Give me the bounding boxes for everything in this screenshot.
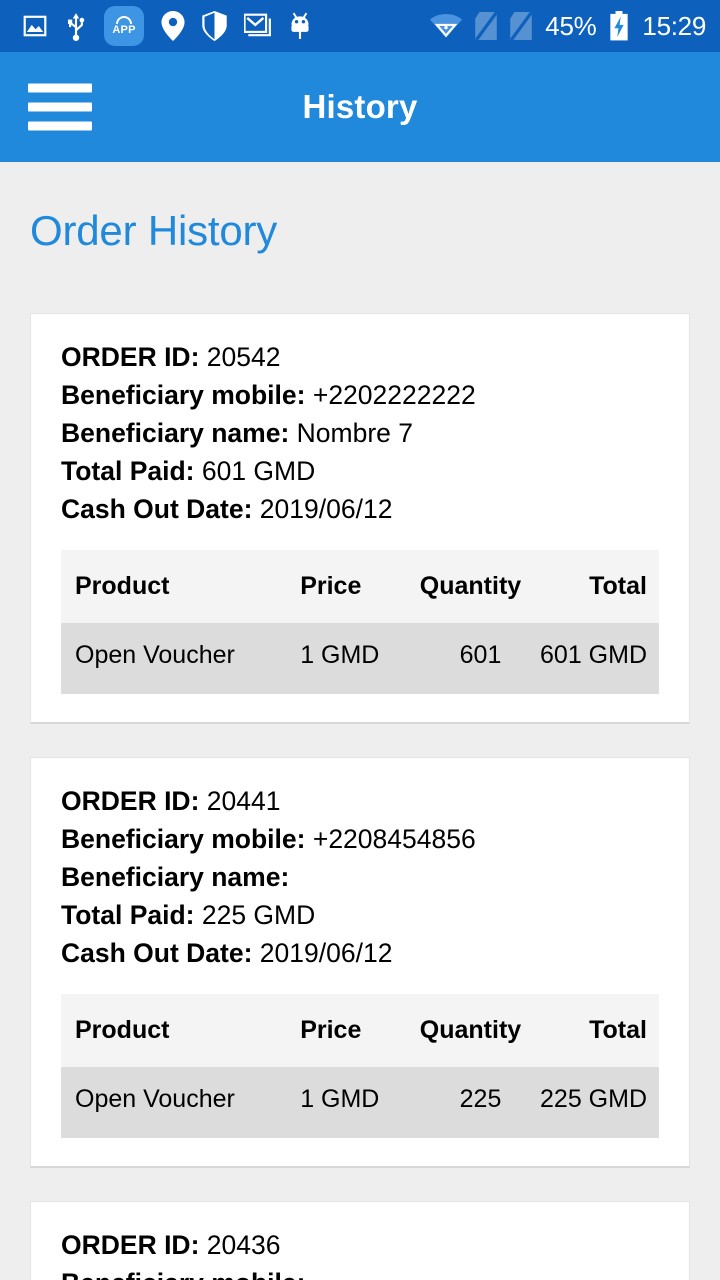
table-header: Product Price Quantity Total: [61, 994, 659, 1067]
beneficiary-mobile-row: Beneficiary mobile:: [61, 1264, 659, 1280]
table-header-row: Product Price Quantity Total: [61, 994, 659, 1067]
status-bar-left-icons: APP: [22, 6, 430, 46]
table-header: Product Price Quantity Total: [61, 550, 659, 623]
order-id-label: ORDER ID:: [61, 342, 200, 372]
table-row: Open Voucher 1 GMD 601 601 GMD: [61, 623, 659, 694]
gmail-icon: [244, 13, 272, 39]
col-header-price: Price: [300, 994, 420, 1067]
beneficiary-name-label: Beneficiary name:: [61, 418, 290, 448]
total-paid-value: 225 GMD: [201, 900, 316, 930]
order-id-value: 20436: [206, 1230, 281, 1260]
status-bar: APP 45% 15:29: [0, 0, 720, 52]
total-paid-label: Total Paid:: [61, 456, 195, 486]
android-robot-icon: [289, 11, 311, 41]
order-card[interactable]: ORDER ID: 20441 Beneficiary mobile: +220…: [30, 757, 690, 1168]
cash-out-date-value: 2019/06/12: [259, 938, 393, 968]
total-paid-label: Total Paid:: [61, 900, 195, 930]
cell-product: Open Voucher: [61, 623, 301, 694]
cell-quantity: 601: [419, 623, 540, 694]
order-id-row: ORDER ID: 20542: [61, 338, 659, 376]
beneficiary-name-row: Beneficiary name: Nombre 7: [61, 414, 659, 452]
hamburger-menu-icon[interactable]: [28, 83, 92, 131]
cell-total: 225 GMD: [539, 1067, 659, 1138]
hamburger-bar-2: [28, 102, 92, 112]
beneficiary-mobile-label: Beneficiary mobile:: [61, 1268, 305, 1280]
cash-out-date-row: Cash Out Date: 2019/06/12: [61, 934, 659, 972]
total-paid-row: Total Paid: 601 GMD: [61, 452, 659, 490]
col-header-total: Total: [539, 994, 659, 1067]
col-header-price: Price: [300, 550, 420, 623]
location-pin-icon: [161, 11, 185, 41]
shield-icon: [202, 11, 227, 41]
hamburger-bar-1: [28, 83, 92, 93]
app-bar-title: History: [302, 88, 418, 125]
app-screen: APP 45% 15:29 History Order History ORDE…: [0, 0, 720, 1280]
beneficiary-mobile-label: Beneficiary mobile:: [61, 824, 306, 854]
sim-card-1-off-icon: [475, 12, 498, 40]
order-id-value: 20441: [206, 786, 281, 816]
battery-charging-icon: [609, 11, 629, 41]
status-bar-right-icons: 45% 15:29: [430, 11, 706, 42]
table-body: Open Voucher 1 GMD 601 601 GMD: [61, 623, 659, 694]
cell-quantity: 225: [419, 1067, 540, 1138]
usb-icon: [65, 11, 87, 41]
wifi-icon: [430, 13, 463, 39]
cash-out-date-label: Cash Out Date:: [61, 938, 253, 968]
app-badge-label: APP: [112, 24, 136, 36]
order-id-row: ORDER ID: 20436: [61, 1226, 659, 1264]
beneficiary-mobile-row: Beneficiary mobile: +2202222222: [61, 376, 659, 414]
beneficiary-mobile-label: Beneficiary mobile:: [61, 380, 306, 410]
total-paid-value: 601 GMD: [201, 456, 316, 486]
clock-label: 15:29: [642, 10, 706, 41]
cash-out-date-row: Cash Out Date: 2019/06/12: [61, 490, 659, 528]
order-id-label: ORDER ID:: [61, 786, 200, 816]
beneficiary-mobile-value: +2202222222: [312, 380, 476, 410]
total-paid-row: Total Paid: 225 GMD: [61, 896, 659, 934]
page-title: Order History: [30, 207, 278, 254]
app-bar: History: [0, 52, 720, 162]
order-card[interactable]: ORDER ID: 20542 Beneficiary mobile: +220…: [30, 313, 690, 724]
cell-price: 1 GMD: [300, 623, 420, 694]
cell-total: 601 GMD: [539, 623, 659, 694]
order-items-table: Product Price Quantity Total Open Vouche…: [61, 994, 659, 1138]
table-header-row: Product Price Quantity Total: [61, 550, 659, 623]
order-items-table: Product Price Quantity Total Open Vouche…: [61, 550, 659, 694]
cash-out-date-value: 2019/06/12: [259, 494, 393, 524]
content-scroll-area[interactable]: Order History ORDER ID: 20542 Beneficiar…: [0, 207, 720, 1280]
app-badge-arc: [116, 16, 132, 24]
cash-out-date-label: Cash Out Date:: [61, 494, 253, 524]
col-header-quantity: Quantity: [419, 994, 540, 1067]
table-row: Open Voucher 1 GMD 225 225 GMD: [61, 1067, 659, 1138]
table-body: Open Voucher 1 GMD 225 225 GMD: [61, 1067, 659, 1138]
cell-product: Open Voucher: [61, 1067, 301, 1138]
battery-percent-label: 45%: [545, 10, 597, 41]
col-header-product: Product: [61, 994, 301, 1067]
cell-price: 1 GMD: [300, 1067, 420, 1138]
order-id-label: ORDER ID:: [61, 1230, 200, 1260]
order-id-value: 20542: [206, 342, 281, 372]
beneficiary-name-row: Beneficiary name:: [61, 858, 659, 896]
image-icon: [22, 13, 48, 39]
hamburger-bar-3: [28, 121, 92, 131]
beneficiary-mobile-value: +2208454856: [312, 824, 476, 854]
col-header-total: Total: [539, 550, 659, 623]
beneficiary-name-label: Beneficiary name:: [61, 862, 290, 892]
app-badge-icon: APP: [104, 6, 144, 46]
beneficiary-name-value: Nombre 7: [296, 418, 414, 448]
sim-card-2-off-icon: [510, 12, 533, 40]
col-header-quantity: Quantity: [419, 550, 540, 623]
order-card[interactable]: ORDER ID: 20436 Beneficiary mobile:: [30, 1201, 690, 1280]
order-id-row: ORDER ID: 20441: [61, 782, 659, 820]
beneficiary-mobile-row: Beneficiary mobile: +2208454856: [61, 820, 659, 858]
col-header-product: Product: [61, 550, 301, 623]
